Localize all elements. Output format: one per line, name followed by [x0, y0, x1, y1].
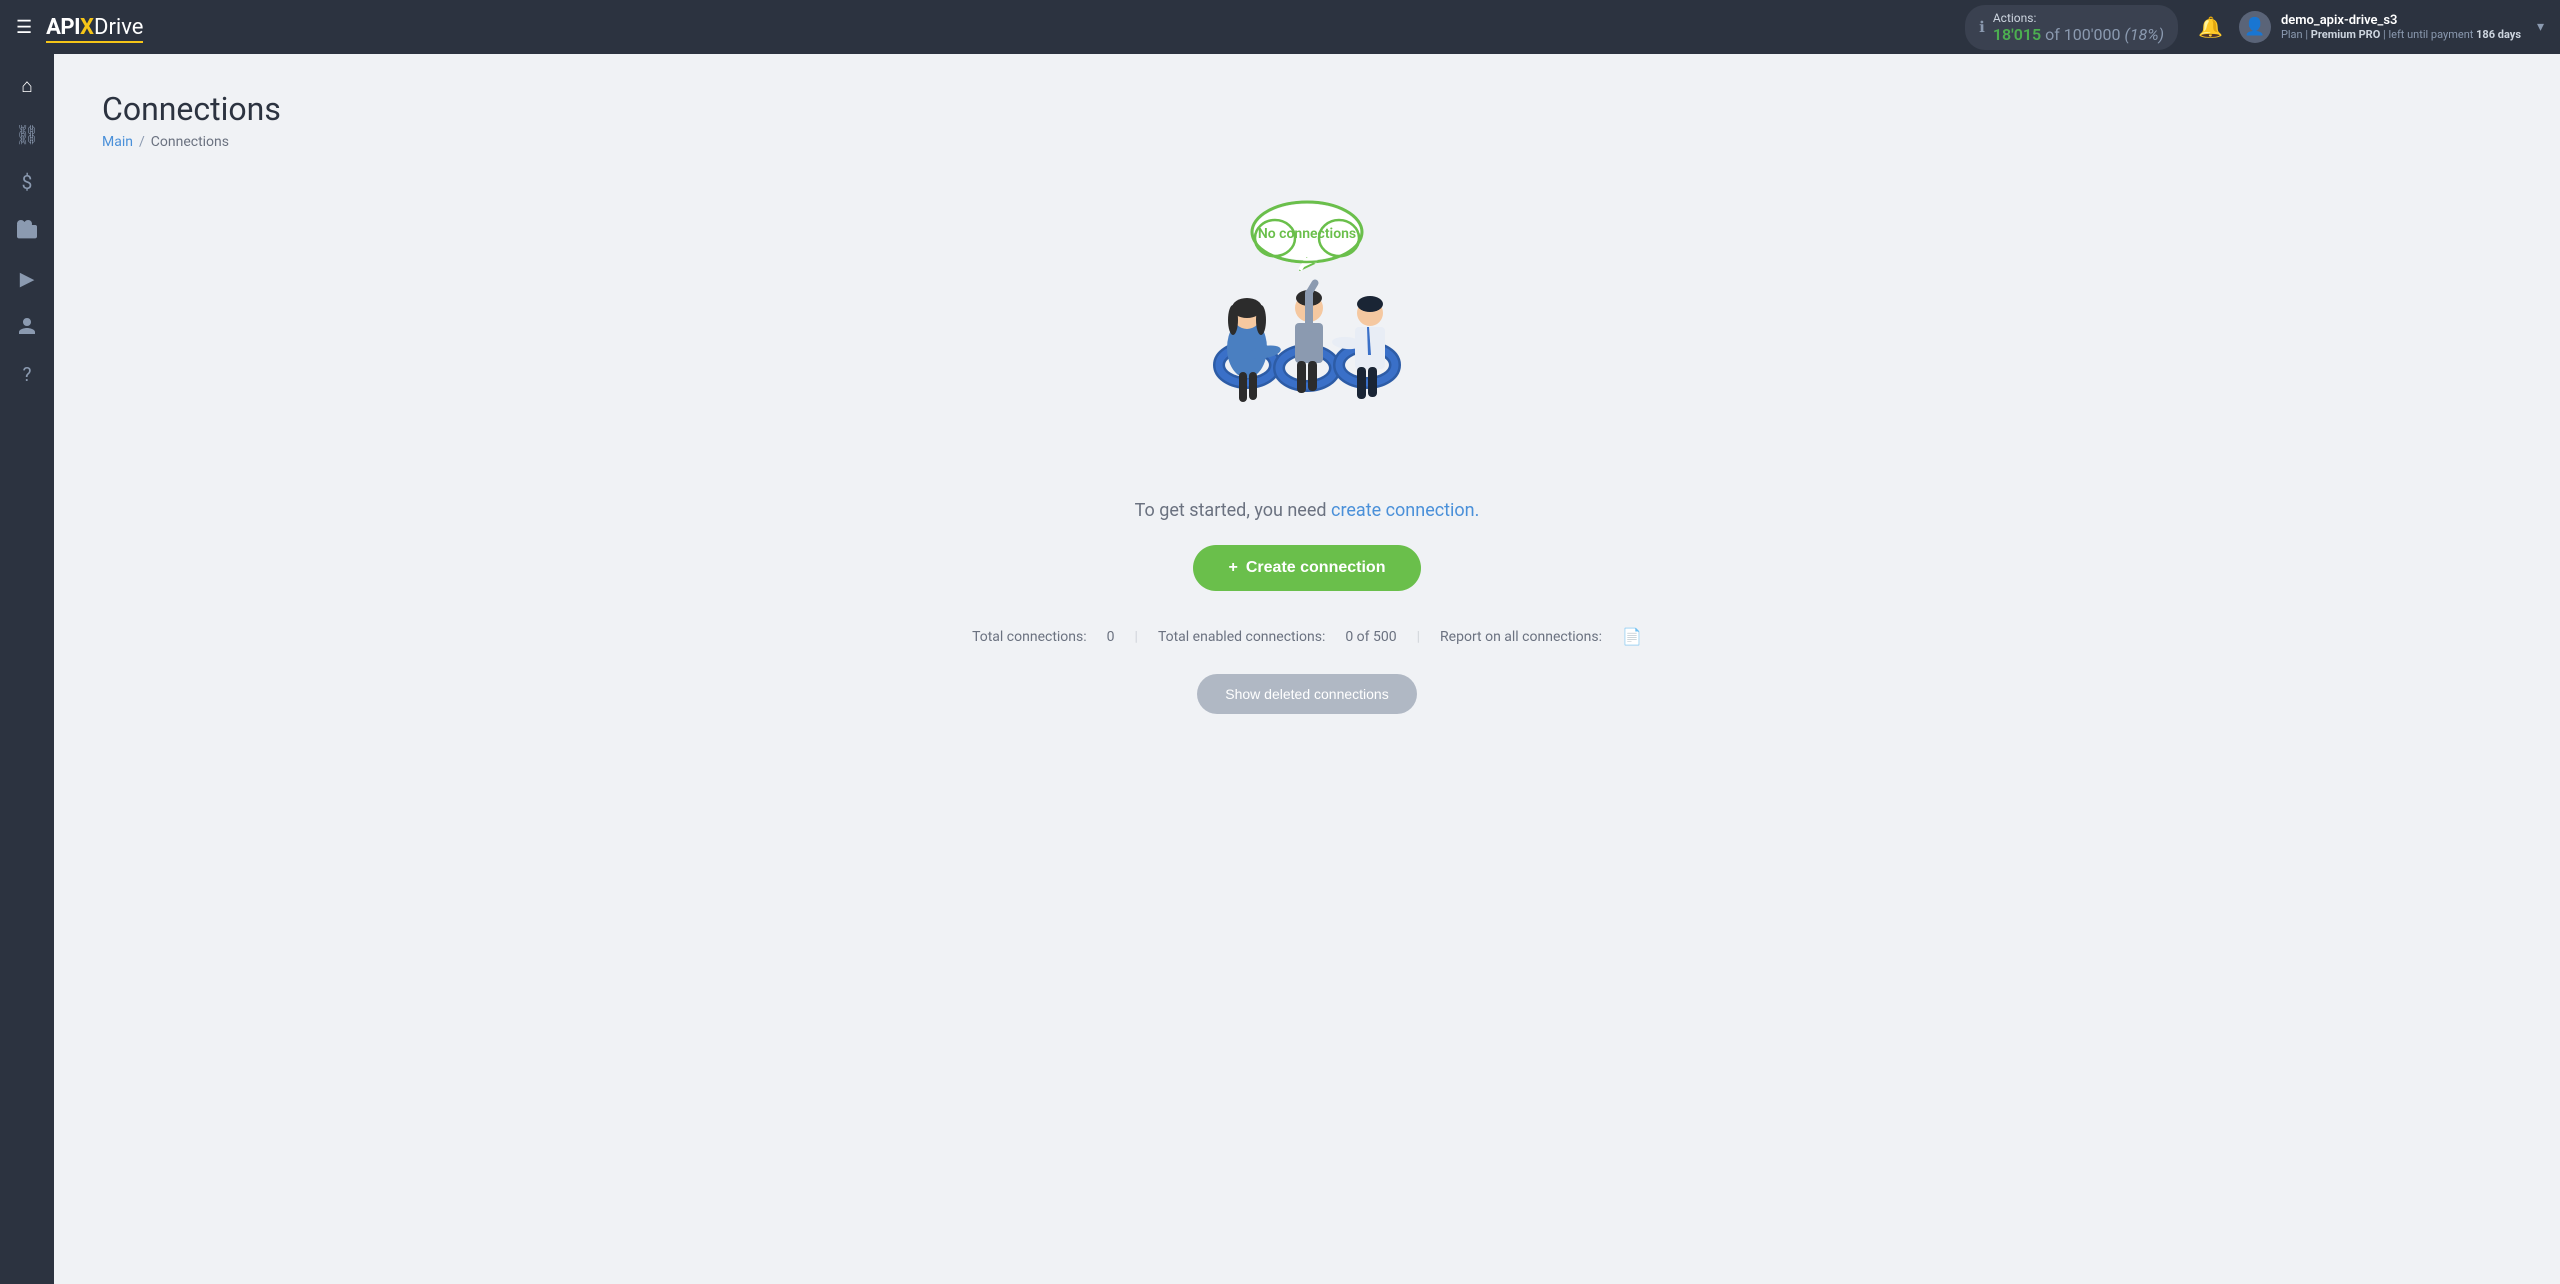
logo-api: API: [46, 15, 80, 40]
total-connections-label: Total connections:: [972, 629, 1087, 645]
show-deleted-label: Show deleted connections: [1225, 686, 1388, 702]
actions-pct: (18%): [2125, 25, 2165, 44]
breadcrumb-current: Connections: [151, 134, 229, 150]
info-icon: ℹ: [1979, 18, 1985, 36]
layout: ⌂ ⛓ $ ▶ ? Connections Main / Connections: [0, 54, 2560, 1284]
stats-sep-2: |: [1417, 629, 1420, 645]
sidebar-item-home[interactable]: ⌂: [5, 64, 49, 108]
create-btn-plus: +: [1229, 559, 1238, 577]
total-enabled-value: 0 of 500: [1345, 629, 1396, 645]
cloud-text: No connections: [1258, 226, 1356, 242]
report-label: Report on all connections:: [1440, 629, 1602, 645]
cloud-bubble: No connections: [1252, 202, 1362, 270]
logo-x: X: [80, 15, 94, 40]
create-btn-label: Create connection: [1246, 559, 1386, 577]
actions-pill: ℹ Actions: 18'015 of 100'000 (18%): [1965, 5, 2178, 50]
breadcrumb-separator: /: [139, 134, 145, 150]
breadcrumb-main-link[interactable]: Main: [102, 134, 133, 150]
main-content: Connections Main / Connections: [54, 54, 2560, 1284]
top-navigation: ☰ APIXDrive ℹ Actions: 18'015 of 100'000…: [0, 0, 2560, 54]
create-connection-button[interactable]: + Create connection: [1193, 545, 1422, 591]
bell-icon[interactable]: 🔔: [2198, 15, 2223, 39]
sidebar-item-video[interactable]: ▶: [5, 256, 49, 300]
actions-total: 100'000: [2064, 25, 2121, 44]
sidebar: ⌂ ⛓ $ ▶ ?: [0, 54, 54, 1284]
cta-text: To get started, you need create connecti…: [1135, 500, 1480, 521]
total-connections-value: 0: [1107, 629, 1115, 645]
actions-used: 18'015: [1993, 25, 2041, 44]
sidebar-item-connections[interactable]: ⛓: [5, 112, 49, 156]
user-avatar: 👤: [2239, 11, 2271, 43]
show-deleted-button[interactable]: Show deleted connections: [1197, 674, 1416, 714]
actions-label: Actions:: [1993, 11, 2164, 25]
center-area: No connections: [102, 190, 2512, 714]
actions-text: Actions: 18'015 of 100'000 (18%): [1993, 11, 2164, 44]
cta-text-prefix: To get started, you need: [1135, 500, 1327, 521]
person-right: [1332, 296, 1385, 399]
username: demo_apix-drive_s3: [2281, 13, 2521, 28]
logo: APIXDrive: [46, 15, 143, 40]
stats-row: Total connections: 0 | Total enabled con…: [972, 627, 1642, 646]
logo-drive: Drive: [94, 15, 143, 40]
hamburger-menu[interactable]: ☰: [16, 17, 32, 38]
breadcrumb: Main / Connections: [102, 134, 2512, 150]
sidebar-item-help[interactable]: ?: [5, 352, 49, 396]
sidebar-item-profile[interactable]: [5, 304, 49, 348]
page-title: Connections: [102, 90, 2512, 128]
plan-info: Plan | Premium PRO | left until payment …: [2281, 28, 2521, 41]
report-icon[interactable]: 📄: [1622, 627, 1642, 646]
sidebar-item-billing[interactable]: $: [5, 160, 49, 204]
stats-sep-1: |: [1135, 629, 1138, 645]
actions-value: 18'015 of 100'000 (18%): [1993, 25, 2164, 44]
total-enabled-label: Total enabled connections:: [1158, 629, 1325, 645]
user-caret-icon: ▾: [2537, 19, 2544, 35]
person-center: [1295, 283, 1323, 393]
illustration-svg: No connections: [1137, 190, 1477, 470]
actions-of: of: [2045, 25, 2060, 44]
user-menu[interactable]: 👤 demo_apix-drive_s3 Plan | Premium PRO …: [2239, 11, 2544, 43]
illustration: No connections: [1137, 190, 1477, 470]
sidebar-item-integrations[interactable]: [5, 208, 49, 252]
cta-text-link[interactable]: create connection.: [1331, 500, 1479, 521]
user-info: demo_apix-drive_s3 Plan | Premium PRO | …: [2281, 13, 2521, 41]
